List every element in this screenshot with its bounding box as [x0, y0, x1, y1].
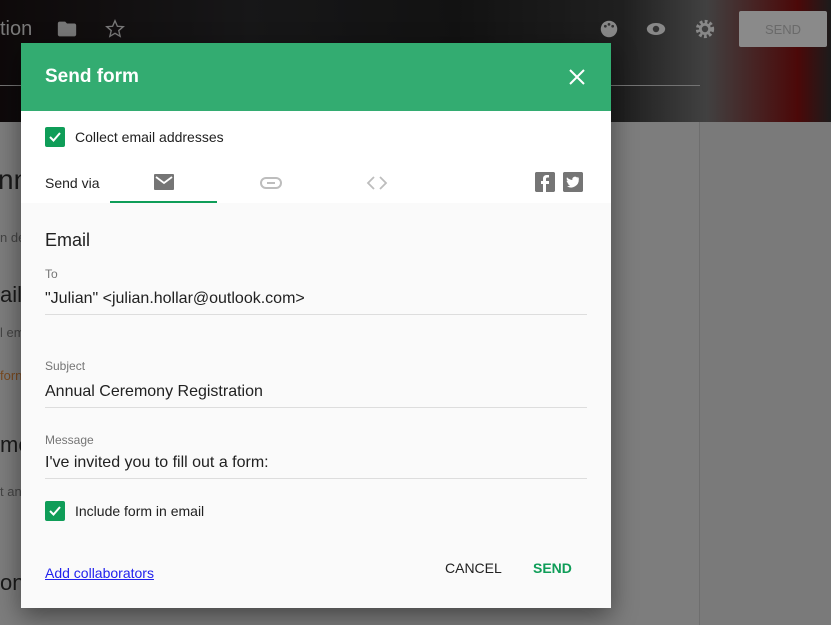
collect-email-checkbox[interactable]: [45, 127, 65, 147]
folder-icon[interactable]: [56, 18, 78, 40]
bg-fragment: ail: [0, 282, 23, 307]
subject-label: Subject: [45, 359, 86, 373]
gear-icon[interactable]: [694, 18, 716, 40]
include-form-checkbox-row[interactable]: Include form in email: [45, 501, 204, 521]
cancel-button[interactable]: CANCEL: [445, 560, 502, 576]
to-label: To: [45, 267, 58, 281]
collect-email-checkbox-row[interactable]: Collect email addresses: [45, 127, 224, 147]
bg-fragment: t an: [0, 484, 22, 499]
twitter-icon[interactable]: [563, 172, 583, 192]
top-send-button[interactable]: SEND: [739, 11, 827, 47]
form-title-fragment[interactable]: tion: [0, 18, 32, 41]
tab-embed[interactable]: [323, 163, 430, 203]
palette-icon[interactable]: [598, 18, 620, 40]
send-button[interactable]: SEND: [533, 560, 572, 576]
tab-link[interactable]: [217, 163, 324, 203]
include-form-label: Include form in email: [75, 503, 205, 519]
email-icon: [153, 174, 174, 190]
to-field[interactable]: "Julian" <julian.hollar@outlook.com>: [45, 290, 587, 315]
check-icon: [49, 132, 61, 142]
eye-icon[interactable]: [645, 18, 667, 40]
email-section-title: Email: [45, 230, 91, 250]
message-field[interactable]: I've invited you to fill out a form:: [45, 454, 587, 479]
add-collaborators-link[interactable]: Add collaborators: [45, 565, 154, 581]
embed-icon: [366, 176, 387, 190]
check-icon: [49, 506, 61, 516]
close-icon[interactable]: [567, 67, 587, 87]
send-via-label: Send via: [45, 175, 100, 191]
subject-field[interactable]: Annual Ceremony Registration: [45, 383, 587, 408]
facebook-icon[interactable]: [535, 172, 555, 192]
star-icon[interactable]: [104, 18, 126, 40]
tab-email[interactable]: [110, 163, 217, 203]
send-form-dialog: Send form Collect email addresses Send v…: [21, 43, 611, 608]
bg-fragment: forn: [0, 368, 23, 383]
message-label: Message: [45, 433, 94, 447]
include-form-checkbox[interactable]: [45, 501, 65, 521]
collect-email-label: Collect email addresses: [75, 129, 224, 145]
link-icon: [259, 177, 282, 189]
dialog-title: Send form: [45, 66, 139, 87]
